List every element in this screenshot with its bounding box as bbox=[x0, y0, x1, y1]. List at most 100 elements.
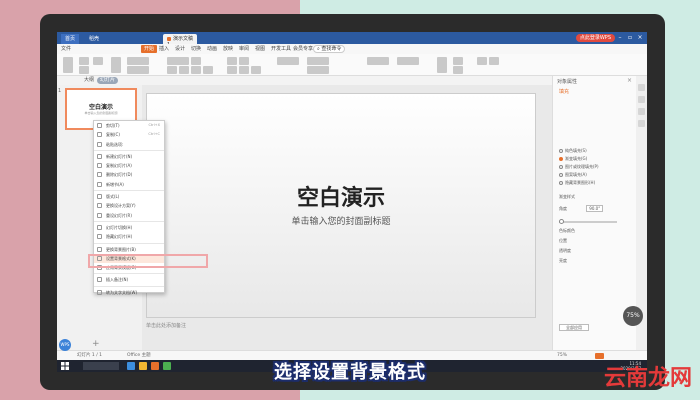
menu-item-slide-transition[interactable]: 幻灯片切换(H) bbox=[94, 223, 164, 232]
menu-item-convert-to-document[interactable]: 转为文字文档(W) bbox=[94, 288, 164, 297]
align-right-button[interactable] bbox=[251, 66, 261, 74]
search-command-box[interactable]: ⌕ 查找命令 bbox=[313, 45, 346, 53]
shapes-button[interactable] bbox=[307, 57, 329, 65]
tab-outline[interactable]: 大纲 bbox=[81, 77, 97, 84]
slide-title[interactable]: 空白演示 bbox=[147, 180, 535, 212]
image-icon bbox=[97, 246, 102, 252]
menu-item-change-design[interactable]: 更换设计方案(Y) bbox=[94, 201, 164, 210]
font-name-select[interactable] bbox=[167, 57, 189, 65]
menu-item-add-section[interactable]: 新增节(A) bbox=[94, 180, 164, 189]
menu-design[interactable]: 设计 bbox=[175, 45, 185, 53]
reset-icon bbox=[97, 212, 102, 218]
menu-transition[interactable]: 切换 bbox=[191, 45, 201, 53]
slider-knob[interactable] bbox=[559, 219, 564, 224]
italic-button[interactable] bbox=[179, 66, 189, 74]
format-painter-button[interactable] bbox=[93, 57, 103, 65]
angle-input[interactable]: 90.0° bbox=[586, 205, 604, 212]
font-color-button[interactable] bbox=[203, 66, 213, 74]
watermark: 云南龙网 bbox=[603, 365, 692, 391]
row-gradient-style: 渐变样式 bbox=[559, 194, 575, 200]
menu-file[interactable]: 文件 bbox=[61, 45, 71, 53]
restore-icon[interactable]: ▫ bbox=[625, 34, 635, 42]
close-icon[interactable]: × bbox=[635, 34, 645, 42]
settings-icon[interactable] bbox=[638, 120, 645, 127]
option-gradient-fill[interactable]: 渐变填充(G) bbox=[559, 156, 587, 162]
option-pattern-fill[interactable]: 图案填充(A) bbox=[559, 172, 587, 178]
slide-subtitle[interactable]: 单击输入您的封面副标题 bbox=[147, 214, 535, 227]
slide-canvas[interactable]: 空白演示 单击输入您的封面副标题 bbox=[146, 93, 536, 318]
row-label: 透明度 bbox=[559, 248, 571, 253]
option-hide-background[interactable]: 隐藏背景图形(H) bbox=[559, 180, 595, 186]
hide-icon bbox=[97, 234, 102, 240]
gradient-slider[interactable] bbox=[559, 219, 617, 224]
menu-item-paste-options[interactable]: 粘贴选项: bbox=[94, 140, 164, 149]
style-icon[interactable] bbox=[638, 96, 645, 103]
cut-button[interactable] bbox=[79, 57, 89, 65]
menu-item-cut[interactable]: 剪切(T) Ctrl+X bbox=[94, 121, 164, 130]
zoom-badge[interactable]: 75% bbox=[623, 306, 643, 326]
menu-item-change-background-image[interactable]: 更换背景图片(B) bbox=[94, 245, 164, 254]
copy-icon bbox=[97, 132, 102, 138]
menu-home[interactable]: 开始 bbox=[141, 45, 158, 53]
apply-all-button[interactable]: 全部应用 bbox=[559, 324, 589, 331]
tab-fill[interactable]: 填充 bbox=[559, 88, 569, 95]
tab-home[interactable]: 首页 bbox=[61, 34, 80, 44]
bold-button[interactable] bbox=[167, 66, 177, 74]
menu-developer[interactable]: 开发工具 bbox=[271, 45, 291, 53]
notes-hint[interactable]: 单击此处添加备注 bbox=[146, 322, 186, 329]
menu-slideshow[interactable]: 放映 bbox=[223, 45, 233, 53]
menu-insert[interactable]: 插入 bbox=[159, 45, 169, 53]
copy-button[interactable] bbox=[79, 66, 89, 74]
login-badge[interactable]: 点此登录WPS bbox=[575, 34, 615, 42]
tab-document[interactable]: 演示文稿1 bbox=[163, 34, 197, 48]
properties-icon[interactable] bbox=[638, 84, 645, 91]
row-angle: 角度 90.0° bbox=[559, 205, 604, 212]
menu-item-label: 粘贴选项: bbox=[106, 141, 124, 147]
minimize-icon[interactable]: – bbox=[615, 34, 625, 42]
menu-view[interactable]: 视图 bbox=[255, 45, 265, 53]
underline-button[interactable] bbox=[191, 66, 201, 74]
fill-button[interactable] bbox=[453, 66, 463, 74]
menu-member[interactable]: 会员专享 bbox=[293, 45, 313, 53]
menu-item-hide-slide[interactable]: 隐藏幻灯片(H) bbox=[94, 232, 164, 241]
animation-icon[interactable] bbox=[638, 108, 645, 115]
menu-item-label: 更换背景图片(B) bbox=[106, 246, 136, 252]
paste-button[interactable] bbox=[63, 57, 73, 73]
option-label: 图案填充(A) bbox=[565, 172, 587, 177]
bullets-button[interactable] bbox=[227, 57, 237, 65]
close-icon[interactable]: × bbox=[627, 77, 632, 84]
option-solid-fill[interactable]: 纯色填充(S) bbox=[559, 148, 587, 154]
menu-item-insert-notes[interactable]: 插入备注(N) bbox=[94, 275, 164, 284]
tab-docer[interactable]: 稻壳 bbox=[85, 34, 103, 44]
text-box-button[interactable] bbox=[277, 57, 299, 65]
menu-item-label: 复制(C) bbox=[106, 132, 120, 138]
tab-slides[interactable]: 幻灯片 bbox=[97, 77, 119, 84]
wps-float-button[interactable]: WPS bbox=[59, 339, 71, 351]
menu-item-duplicate-slide[interactable]: 复制幻灯片(A) bbox=[94, 161, 164, 170]
font-size-select[interactable] bbox=[191, 57, 201, 65]
numbering-button[interactable] bbox=[239, 57, 249, 65]
slideshow-button[interactable] bbox=[437, 57, 447, 73]
select-button[interactable] bbox=[367, 57, 389, 65]
new-slide-button[interactable] bbox=[111, 57, 121, 73]
align-left-button[interactable] bbox=[227, 66, 237, 74]
menu-animation[interactable]: 动画 bbox=[207, 45, 217, 53]
menu-item-reset-slide[interactable]: 重设幻灯片(R) bbox=[94, 211, 164, 220]
add-slide-icon[interactable]: + bbox=[92, 339, 100, 349]
menu-item-copy[interactable]: 复制(C) Ctrl+C bbox=[94, 130, 164, 139]
menu-item-delete-slide[interactable]: 删除幻灯片(D) bbox=[94, 170, 164, 179]
menu-item-new-slide[interactable]: 新建幻灯片(N) bbox=[94, 152, 164, 161]
arrange-button[interactable] bbox=[307, 66, 329, 74]
menu-item-layout[interactable]: 版式(L) bbox=[94, 192, 164, 201]
picture-button[interactable] bbox=[453, 57, 463, 65]
effects-button[interactable] bbox=[489, 57, 499, 65]
find-replace-button[interactable] bbox=[397, 57, 419, 65]
object-properties-panel: 对象属性 × 填充 纯色填充(S) 渐变填充(G) 图片或纹理填充(P) 图案填… bbox=[552, 76, 636, 350]
section-button[interactable] bbox=[127, 66, 149, 74]
option-picture-fill[interactable]: 图片或纹理填充(P) bbox=[559, 164, 599, 170]
layout-button[interactable] bbox=[127, 57, 149, 65]
menu-review[interactable]: 审阅 bbox=[239, 45, 249, 53]
outline-button[interactable] bbox=[477, 57, 487, 65]
align-center-button[interactable] bbox=[239, 66, 249, 74]
menu-item-label: 隐藏幻灯片(H) bbox=[106, 234, 133, 240]
